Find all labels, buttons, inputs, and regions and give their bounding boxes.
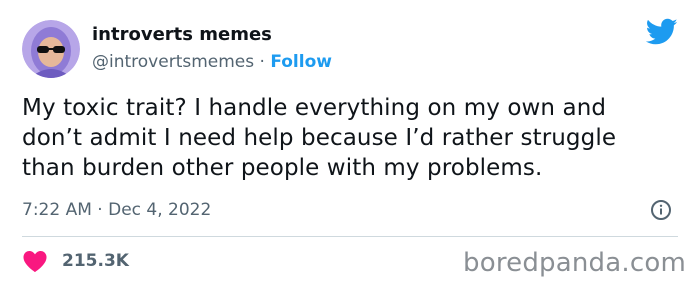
tweet-author: introverts memes @introvertsmemes · Foll… xyxy=(92,23,332,74)
heart-icon xyxy=(23,251,47,272)
follow-button[interactable]: Follow xyxy=(270,52,332,72)
like-count: 215.3K xyxy=(62,251,129,271)
tweet-text: My toxic trait? I handle everything on m… xyxy=(22,93,682,183)
like-button[interactable]: 215.3K xyxy=(22,250,129,272)
author-display-name[interactable]: introverts memes xyxy=(92,23,332,47)
divider xyxy=(22,236,678,237)
tweet-timestamp[interactable]: 7:22 AM · Dec 4, 2022 xyxy=(22,199,211,221)
tweet-text-line: don’t admit I need help because I’d rath… xyxy=(22,125,617,151)
tweet-text-line: My toxic trait? I handle everything on m… xyxy=(22,95,607,121)
avatar[interactable] xyxy=(22,20,80,78)
tweet-card: introverts memes @introvertsmemes · Foll… xyxy=(0,0,700,288)
handle-separator: · xyxy=(259,52,265,72)
tweet-time: 7:22 AM xyxy=(22,200,92,220)
timestamp-separator: · xyxy=(97,200,103,220)
tweet-date: Dec 4, 2022 xyxy=(108,200,212,220)
info-icon[interactable] xyxy=(650,199,672,221)
author-handle-line: @introvertsmemes · Follow xyxy=(92,50,332,74)
author-handle[interactable]: @introvertsmemes xyxy=(92,52,254,72)
tweet-text-line: than burden other people with my problem… xyxy=(22,155,543,181)
watermark: boredpanda.com xyxy=(463,248,686,278)
twitter-bird-icon[interactable] xyxy=(646,18,678,46)
